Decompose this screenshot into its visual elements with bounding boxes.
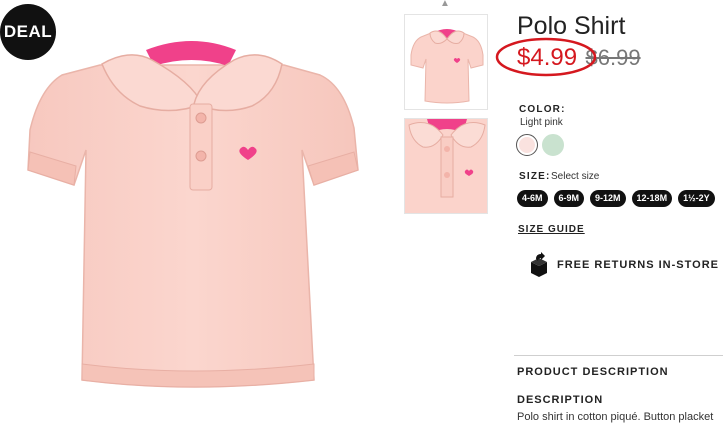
selected-color: Light pink: [520, 117, 563, 128]
size-option[interactable]: 1½-2Y: [678, 190, 715, 207]
color-label: COLOR:: [519, 104, 566, 115]
color-swatch-light-green[interactable]: [542, 134, 564, 156]
current-price: $4.99: [517, 44, 578, 71]
size-hint: Select size: [551, 171, 600, 182]
thumbnail-front[interactable]: [404, 14, 488, 110]
size-option[interactable]: 6-9M: [553, 190, 585, 207]
size-option[interactable]: 4-6M: [517, 190, 548, 207]
size-guide-link[interactable]: SIZE GUIDE: [518, 224, 585, 235]
product-description-heading[interactable]: PRODUCT DESCRIPTION: [517, 366, 669, 378]
description-text: Polo shirt in cotton piqué. Button plack…: [517, 411, 714, 423]
divider: [514, 355, 723, 356]
description-heading: DESCRIPTION: [517, 394, 604, 406]
size-option[interactable]: 9-12M: [590, 190, 626, 207]
original-price: $6.99: [585, 45, 641, 70]
product-main-image[interactable]: [22, 20, 362, 398]
size-label: SIZE:: [519, 171, 551, 182]
color-swatch-light-pink[interactable]: [516, 134, 538, 156]
size-option[interactable]: 12-18M: [631, 190, 673, 207]
thumbnail-collar-detail[interactable]: [404, 118, 488, 214]
returns-box-icon: [531, 252, 547, 277]
size-options: 4-6M 6-9M 9-12M 12-18M 1½-2Y: [517, 190, 715, 207]
product-title: Polo Shirt: [517, 12, 626, 40]
price-row: $4.99 $6.99: [517, 44, 641, 72]
free-returns-label[interactable]: FREE RETURNS IN-STORE: [557, 259, 719, 271]
chevron-up-icon[interactable]: ▲: [440, 0, 450, 9]
